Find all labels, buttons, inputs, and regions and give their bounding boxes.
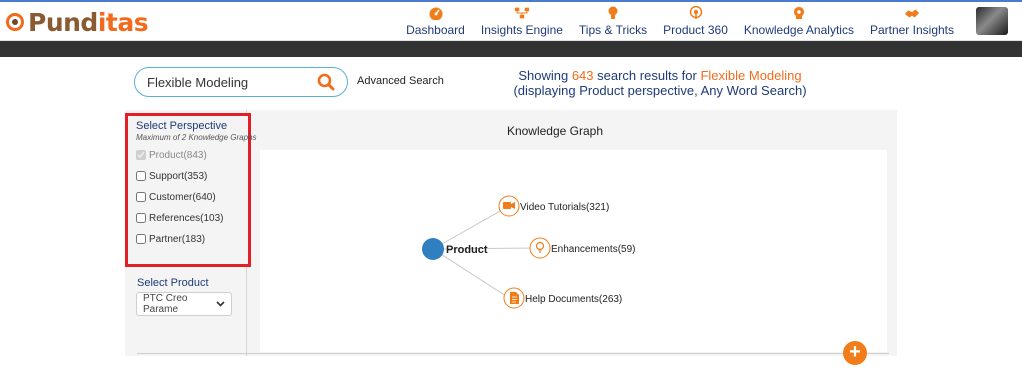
nav-label: Product 360 xyxy=(663,23,728,37)
video-icon xyxy=(503,202,515,209)
nav-label: Dashboard xyxy=(406,23,465,37)
product-select[interactable]: PTC Creo Parame xyxy=(136,292,232,316)
main-nav: Dashboard Insights Engine Tips & Tricks … xyxy=(398,3,962,41)
nav-tips-tricks[interactable]: Tips & Tricks xyxy=(571,3,655,41)
dashboard-icon xyxy=(428,6,444,20)
results-middle: search results for xyxy=(593,68,701,83)
nav-knowledge-analytics[interactable]: Knowledge Analytics xyxy=(736,3,862,41)
root-node-label: Product xyxy=(446,244,488,256)
support-checkbox[interactable] xyxy=(136,171,146,181)
graph-edge xyxy=(432,205,510,250)
node-label: Video Tutorials(321) xyxy=(520,202,609,213)
nav-partner-insights[interactable]: Partner Insights xyxy=(862,3,962,41)
nav-label: Tips & Tricks xyxy=(578,23,648,37)
graph-root-node[interactable]: Product xyxy=(422,238,488,260)
perspective-option-product: Product(843) xyxy=(136,149,240,161)
knowledge-graph-svg: Product Video Tutorials(321) Enhancement… xyxy=(422,195,636,309)
logo-text-part2: itas xyxy=(97,7,149,37)
knowledge-graph-title: Knowledge Graph xyxy=(506,124,604,138)
search-icon[interactable] xyxy=(317,73,335,91)
option-label: Customer(640) xyxy=(149,191,216,203)
option-label: References(103) xyxy=(149,212,224,224)
perspective-selector: Select Perspective Maximum of 2 Knowledg… xyxy=(125,113,257,267)
handshake-icon xyxy=(904,6,920,20)
node-label: Help Documents(263) xyxy=(525,294,622,305)
top-navbar: Punditas Dashboard Insights Engine Tips … xyxy=(0,0,1022,41)
user-avatar[interactable] xyxy=(976,7,1008,35)
panel-bottom-divider xyxy=(137,353,889,354)
graph-node-help-documents[interactable]: Help Documents(263) xyxy=(503,287,622,309)
nav-dashboard[interactable]: Dashboard xyxy=(398,3,473,41)
results-subtitle: (displaying Product perspective, Any Wor… xyxy=(513,83,807,98)
search-box xyxy=(134,67,348,97)
nav-product-360[interactable]: Product 360 xyxy=(655,3,736,41)
search-input[interactable] xyxy=(147,74,307,90)
perspective-title: Select Perspective xyxy=(136,120,228,132)
header-divider-bar xyxy=(0,41,1022,57)
network-icon xyxy=(514,6,530,20)
lightbulb-icon xyxy=(605,6,621,20)
option-label: Support(353) xyxy=(149,170,208,182)
partner-checkbox[interactable] xyxy=(136,234,146,244)
results-count: 643 xyxy=(571,68,594,83)
node-label: Enhancements(59) xyxy=(551,244,636,255)
perspective-option-support[interactable]: Support(353) xyxy=(136,170,240,182)
references-checkbox[interactable] xyxy=(136,213,146,223)
logo-mark-icon xyxy=(6,13,24,31)
nav-label: Partner Insights xyxy=(869,23,954,37)
option-label: Partner(183) xyxy=(149,233,206,245)
results-query: Flexible Modeling xyxy=(700,68,802,83)
add-floating-button[interactable]: + xyxy=(843,341,867,365)
document-icon xyxy=(510,292,519,304)
broadcast-icon xyxy=(688,6,704,20)
product-select-value: PTC Creo Parame xyxy=(143,293,188,315)
option-label: Product(843) xyxy=(149,149,207,161)
logo-text-part1: Pund xyxy=(28,7,98,37)
customer-checkbox[interactable] xyxy=(136,192,146,202)
select-product-label: Select Product xyxy=(137,277,209,289)
results-summary: Showing 643 search results for Flexible … xyxy=(470,68,850,98)
perspective-subtitle: Maximum of 2 Knowledge Graphs xyxy=(136,133,257,142)
nav-label: Knowledge Analytics xyxy=(743,23,854,37)
graph-node-video-tutorials[interactable]: Video Tutorials(321) xyxy=(498,195,609,217)
results-prefix: Showing xyxy=(518,68,572,83)
perspective-option-partner[interactable]: Partner(183) xyxy=(136,233,240,245)
advanced-search-link[interactable]: Advanced Search xyxy=(357,75,444,87)
node-circle xyxy=(529,237,551,259)
punditas-logo[interactable]: Punditas xyxy=(6,7,149,37)
perspective-option-customer[interactable]: Customer(640) xyxy=(136,191,240,203)
root-node-circle xyxy=(422,238,444,260)
nav-insights-engine[interactable]: Insights Engine xyxy=(473,3,571,41)
graph-node-enhancements[interactable]: Enhancements(59) xyxy=(529,237,636,259)
brain-gear-icon xyxy=(791,6,807,20)
chevron-down-icon xyxy=(216,299,225,310)
nav-label: Insights Engine xyxy=(480,23,563,37)
graph-edge xyxy=(432,248,510,299)
perspective-option-references[interactable]: References(103) xyxy=(136,212,240,224)
product-checkbox xyxy=(136,150,146,160)
